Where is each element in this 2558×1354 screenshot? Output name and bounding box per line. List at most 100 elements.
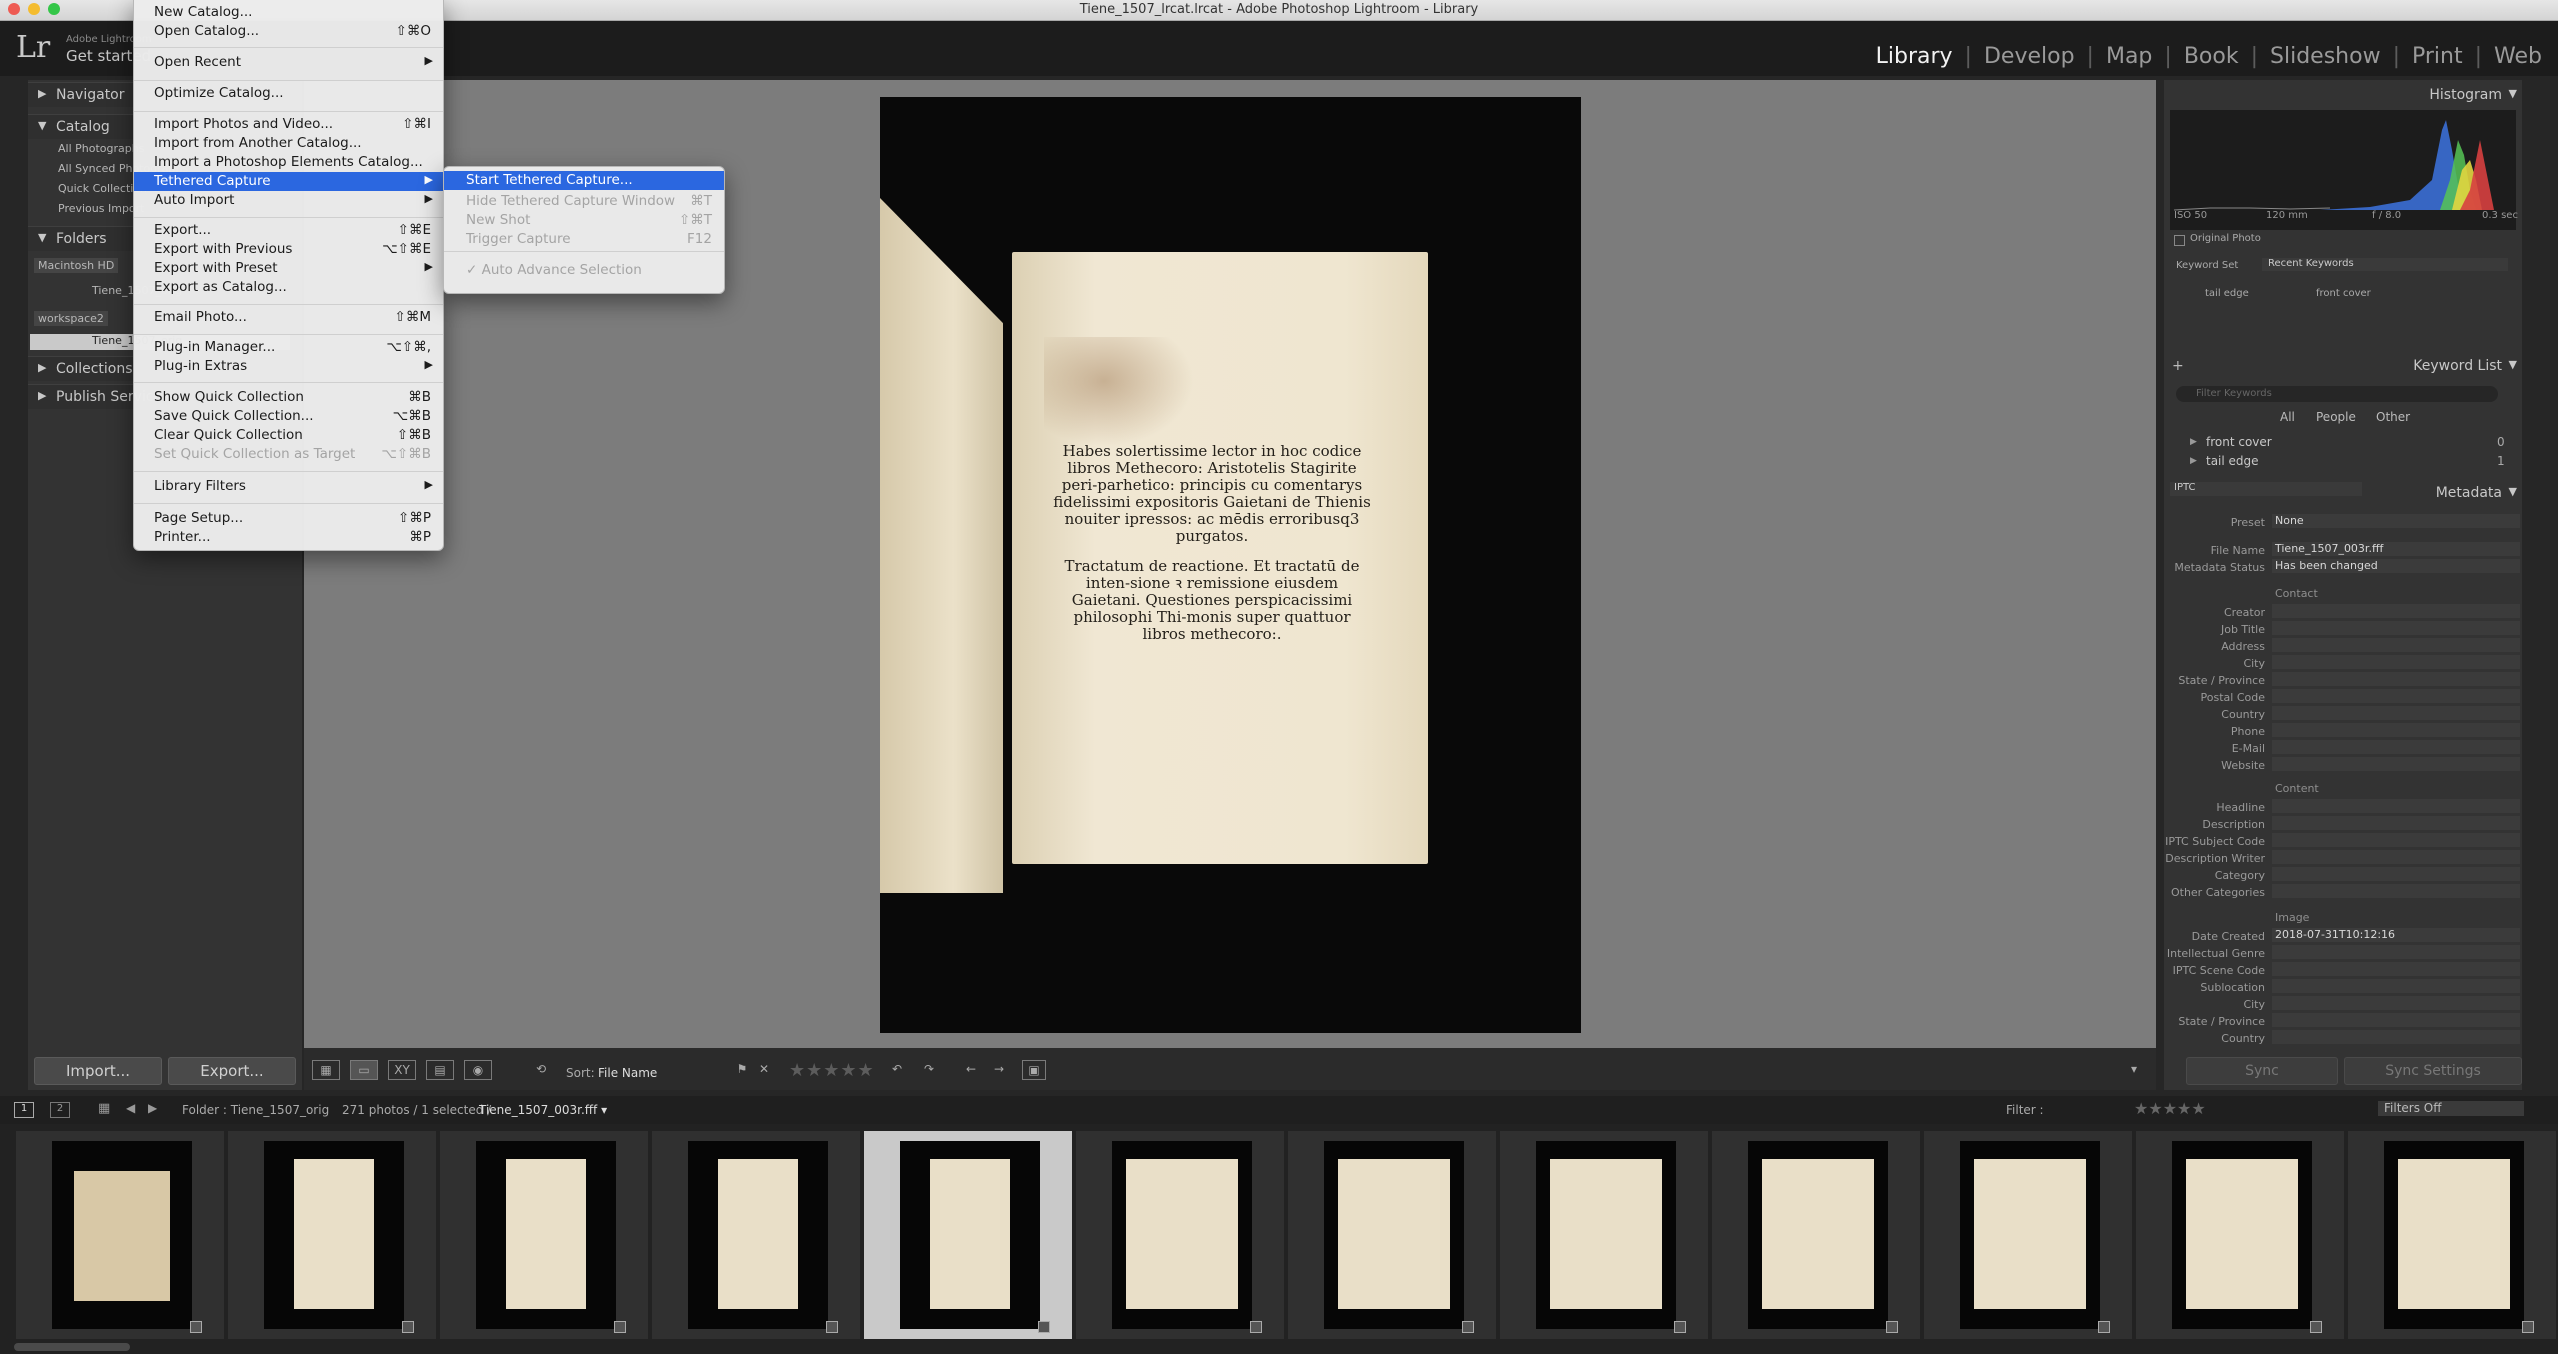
file-menu-item-export-with-previous[interactable]: Export with Previous ⌥⇧⌘E [134, 240, 443, 259]
file-menu-item-export-with-preset[interactable]: Export with Preset ▶ [134, 259, 443, 278]
filmstrip-thumbnail[interactable] [1076, 1131, 1284, 1339]
module-develop[interactable]: Develop [1972, 44, 2087, 69]
filter-stars[interactable]: ★★★★★ [2134, 1099, 2206, 1118]
keyword-list-header[interactable]: Keyword List ▼ [2164, 354, 2522, 378]
contact_fields-field-7[interactable] [2272, 723, 2520, 737]
content_fields-field-3[interactable] [2272, 850, 2520, 864]
people-view-icon[interactable]: ◉ [464, 1060, 492, 1080]
filmstrip-thumbnail[interactable] [440, 1131, 648, 1339]
expand-triangle-icon[interactable]: ▶ [2190, 437, 2197, 447]
file-menu-item-new-catalog[interactable]: New Catalog... [134, 3, 443, 22]
image_fields-field-4[interactable] [2272, 1013, 2520, 1027]
module-print[interactable]: Print [2400, 44, 2475, 69]
file-menu-item-import-photos-and-video[interactable]: Import Photos and Video... ⇧⌘I [134, 115, 443, 134]
file-menu-item-auto-import[interactable]: Auto Import ▶ [134, 191, 443, 210]
file-menu-item-library-filters[interactable]: Library Filters ▶ [134, 477, 443, 496]
module-book[interactable]: Book [2172, 44, 2251, 69]
filmstrip-thumbnail[interactable] [1500, 1131, 1708, 1339]
previous-photo-icon[interactable]: ← [960, 1060, 982, 1078]
file-menu-item-open-catalog[interactable]: Open Catalog... ⇧⌘O [134, 22, 443, 41]
survey-view-icon[interactable]: ▤ [426, 1060, 454, 1080]
file-menu-item-import-from-another-catalog[interactable]: Import from Another Catalog... [134, 134, 443, 153]
contact_fields-field-5[interactable] [2272, 689, 2520, 703]
toolbar-options-chevron-icon[interactable]: ▾ [2126, 1060, 2142, 1078]
contact_fields-field-8[interactable] [2272, 740, 2520, 754]
catalog-all-photographs[interactable]: All Photographs [58, 142, 144, 155]
contact_fields-field-2[interactable] [2272, 638, 2520, 652]
keyword-tab-people[interactable]: People [2316, 410, 2356, 424]
file-menu-item-show-quick-collection[interactable]: Show Quick Collection ⌘B [134, 388, 443, 407]
filmstrip-thumbnail[interactable] [652, 1131, 860, 1339]
import-button[interactable]: Import... [34, 1057, 162, 1085]
file-menu-item-tethered-capture[interactable]: Tethered Capture ▶ [134, 172, 443, 191]
impromptu-slideshow-icon[interactable]: ▣ [1022, 1060, 1046, 1080]
contact_fields-field-9[interactable] [2272, 757, 2520, 771]
image_fields-field-0[interactable] [2272, 945, 2520, 959]
grid-view-icon[interactable]: ▦ [312, 1060, 340, 1080]
module-web[interactable]: Web [2482, 44, 2554, 69]
filmstrip-scrollbar[interactable] [14, 1343, 130, 1351]
content_fields-field-4[interactable] [2272, 867, 2520, 881]
file-menu-item-printer[interactable]: Printer... ⌘P [134, 528, 443, 547]
volume-workspace2[interactable]: workspace2 [34, 311, 108, 326]
image_fields-field-3[interactable] [2272, 996, 2520, 1010]
sort-select[interactable]: File Name [598, 1066, 657, 1080]
content_fields-field-0[interactable] [2272, 799, 2520, 813]
content_fields-field-1[interactable] [2272, 816, 2520, 830]
filter-preset-select[interactable]: Filters Off [2378, 1101, 2524, 1116]
spray-can-icon[interactable]: ⟲ [526, 1060, 556, 1078]
histogram-header[interactable]: Histogram ▼ [2164, 83, 2522, 107]
content_fields-field-5[interactable] [2272, 884, 2520, 898]
file-menu-item-clear-quick-collection[interactable]: Clear Quick Collection ⇧⌘B [134, 426, 443, 445]
content_fields-field-2[interactable] [2272, 833, 2520, 847]
filmstrip-thumbnail[interactable] [1288, 1131, 1496, 1339]
flag-icon[interactable]: ⚑ [734, 1060, 750, 1078]
compare-view-icon[interactable]: XY [388, 1060, 416, 1080]
keyword-front-cover[interactable]: front cover [2206, 435, 2272, 449]
filmstrip-thumbnail[interactable] [2348, 1131, 2556, 1339]
secondary-window-button[interactable]: 2 [50, 1102, 70, 1118]
date-created-field[interactable]: 2018-07-31T10:12:16 [2272, 928, 2520, 942]
image_fields-field-2[interactable] [2272, 979, 2520, 993]
export-button[interactable]: Export... [168, 1057, 296, 1085]
loupe-view-icon[interactable]: ▭ [350, 1060, 378, 1080]
module-library[interactable]: Library [1864, 44, 1965, 69]
file-menu-item-plug-in-extras[interactable]: Plug-in Extras ▶ [134, 357, 443, 376]
image_fields-field-5[interactable] [2272, 1030, 2520, 1044]
file-menu-item-open-recent[interactable]: Open Recent ▶ [134, 53, 443, 72]
sync-button[interactable]: Sync [2186, 1057, 2338, 1085]
rotate-right-icon[interactable]: ↷ [918, 1060, 940, 1078]
filmstrip-thumbnail[interactable] [1924, 1131, 2132, 1339]
recent-keyword-tail-edge[interactable]: tail edge [2205, 288, 2249, 299]
preset-select[interactable]: None [2272, 514, 2520, 528]
module-map[interactable]: Map [2094, 44, 2164, 69]
sync-settings-button[interactable]: Sync Settings [2344, 1057, 2522, 1085]
file-menu-item-export-as-catalog[interactable]: Export as Catalog... [134, 278, 443, 297]
volume-macintosh-hd[interactable]: Macintosh HD [34, 258, 119, 273]
keyword-set-select[interactable]: Recent Keywords [2262, 258, 2508, 271]
contact_fields-field-1[interactable] [2272, 621, 2520, 635]
contact_fields-field-0[interactable] [2272, 604, 2520, 618]
filmstrip-thumbnail[interactable] [228, 1131, 436, 1339]
keyword-tail-edge[interactable]: tail edge [2206, 454, 2259, 468]
recent-keyword-front-cover[interactable]: front cover [2316, 288, 2371, 299]
catalog-previous-import[interactable]: Previous Import [58, 202, 145, 215]
next-photo-icon[interactable]: → [988, 1060, 1010, 1078]
module-slideshow[interactable]: Slideshow [2258, 44, 2393, 69]
filmstrip-thumbnail[interactable] [1712, 1131, 1920, 1339]
filter-keywords-input[interactable]: Filter Keywords [2176, 386, 2498, 402]
file-menu-item-optimize-catalog[interactable]: Optimize Catalog... [134, 84, 443, 103]
rating-stars[interactable]: ★★★★★ [789, 1060, 875, 1081]
contact_fields-field-6[interactable] [2272, 706, 2520, 720]
file-menu-item-page-setup[interactable]: Page Setup... ⇧⌘P [134, 509, 443, 528]
file-menu-item-save-quick-collection[interactable]: Save Quick Collection... ⌥⌘B [134, 407, 443, 426]
original-photo-checkbox[interactable] [2174, 235, 2185, 246]
file-menu-item-plug-in-manager[interactable]: Plug-in Manager... ⌥⇧⌘, [134, 338, 443, 357]
filmstrip-thumbnail[interactable] [864, 1131, 1072, 1339]
rotate-left-icon[interactable]: ↶ [886, 1060, 908, 1078]
keyword-tab-all[interactable]: All [2280, 410, 2295, 424]
expand-triangle-icon[interactable]: ▶ [2190, 456, 2197, 466]
contact_fields-field-3[interactable] [2272, 655, 2520, 669]
filmstrip-thumbnail[interactable] [16, 1131, 224, 1339]
file-menu-item-email-photo[interactable]: Email Photo... ⇧⌘M [134, 308, 443, 327]
